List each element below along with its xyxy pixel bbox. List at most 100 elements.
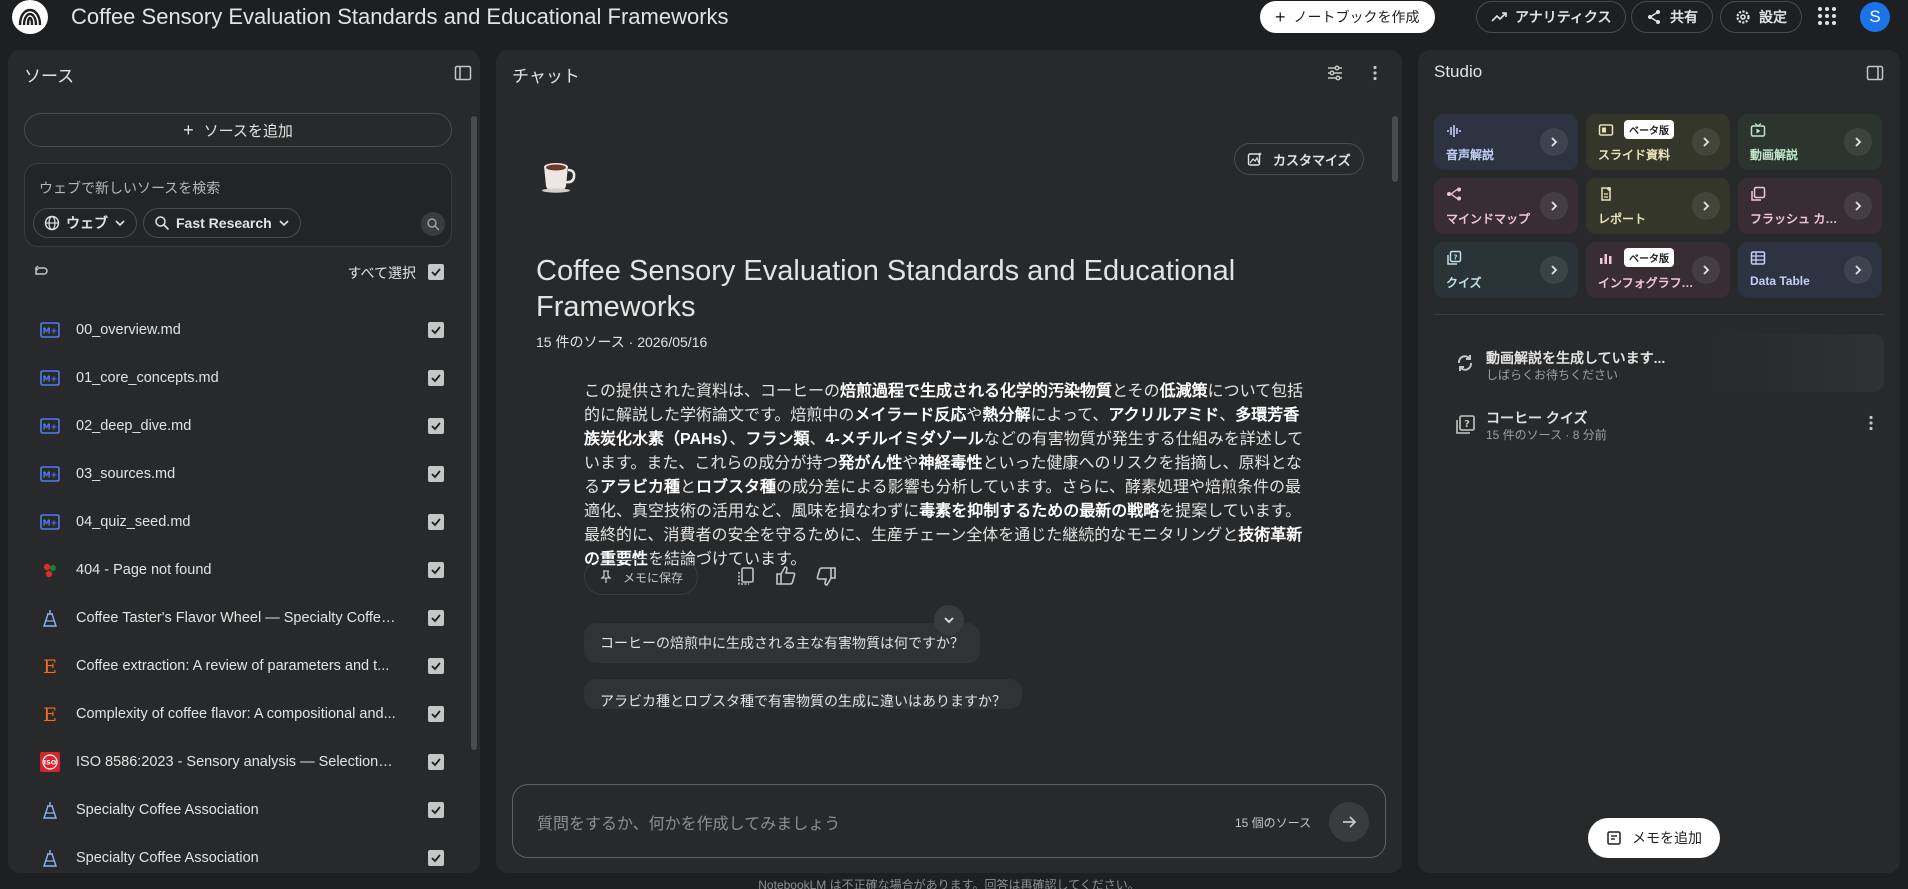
- svg-text:M+: M+: [43, 327, 58, 336]
- source-checkbox[interactable]: [428, 466, 444, 482]
- source-checkbox[interactable]: [428, 562, 444, 578]
- customize-button[interactable]: カスタマイズ: [1234, 143, 1364, 175]
- chat-input-box[interactable]: 質問をするか、何かを作成してみましょう 15 個のソース: [512, 784, 1386, 858]
- notebooklm-logo-icon[interactable]: [12, 0, 48, 34]
- studio-tile[interactable]: ? クイズ: [1434, 242, 1578, 298]
- tile-label: フラッシュ カード: [1750, 212, 1846, 226]
- beta-badge: ベータ版: [1624, 248, 1674, 267]
- source-item[interactable]: ISO ISO 8586:2023 - Sensory analysis — Se…: [24, 738, 456, 786]
- suggested-question[interactable]: アラビカ種とロブスタ種で有害物質の生成に違いはありますか？: [584, 679, 1022, 709]
- web-source-dropdown[interactable]: ウェブ: [33, 208, 137, 238]
- studio-tile[interactable]: マインドマップ: [1434, 178, 1578, 234]
- tile-open-button[interactable]: [1692, 192, 1720, 220]
- studio-tile[interactable]: 音声解説: [1434, 114, 1578, 170]
- add-source-button[interactable]: + ソースを追加: [24, 113, 452, 147]
- studio-tile[interactable]: レポート: [1586, 178, 1730, 234]
- source-item[interactable]: M+ 00_overview.md: [24, 306, 456, 354]
- tile-open-button[interactable]: [1844, 192, 1872, 220]
- chevron-down-icon: [944, 617, 954, 624]
- create-notebook-button[interactable]: + ノートブックを作成: [1260, 1, 1435, 33]
- studio-tile[interactable]: 動画解説: [1738, 114, 1882, 170]
- studio-tile[interactable]: Data Table: [1738, 242, 1882, 298]
- source-checkbox[interactable]: [428, 418, 444, 434]
- tile-open-button[interactable]: [1540, 128, 1568, 156]
- source-item[interactable]: E Complexity of coffee flavor: A composit…: [24, 690, 456, 738]
- source-item[interactable]: E Coffee extraction: A review of paramete…: [24, 642, 456, 690]
- chat-scrollbar[interactable]: [1392, 116, 1398, 182]
- source-title: 01_core_concepts.md: [76, 370, 219, 386]
- globe-icon: [44, 215, 60, 231]
- thumbs-down-icon[interactable]: [814, 564, 838, 588]
- source-checkbox[interactable]: [428, 514, 444, 530]
- check-icon: [431, 268, 441, 277]
- source-item[interactable]: Specialty Coffee Association: [24, 786, 456, 834]
- apps-grid-icon[interactable]: [1817, 6, 1837, 26]
- source-item[interactable]: M+ 04_quiz_seed.md: [24, 498, 456, 546]
- more-vert-icon[interactable]: [1366, 64, 1384, 82]
- gear-icon: [1736, 10, 1750, 24]
- source-item[interactable]: Specialty Coffee Association: [24, 834, 456, 873]
- quiz-icon: ?: [1447, 250, 1462, 265]
- save-to-memo-button[interactable]: メモに保存: [584, 559, 699, 595]
- analytics-button[interactable]: アナリティクス: [1476, 1, 1627, 33]
- search-sparkle-icon: [155, 216, 170, 231]
- customize-icon: [1247, 152, 1262, 166]
- source-item[interactable]: 404 - Page not found: [24, 546, 456, 594]
- source-checkbox[interactable]: [428, 610, 444, 626]
- source-item[interactable]: M+ 01_core_concepts.md: [24, 354, 456, 402]
- chat-input[interactable]: 質問をするか、何かを作成してみましょう: [537, 810, 840, 834]
- studio-tile[interactable]: ベータ版 スライド資料: [1586, 114, 1730, 170]
- sources-scrollbar[interactable]: [471, 116, 477, 750]
- research-mode-dropdown[interactable]: Fast Research: [143, 208, 301, 238]
- source-checkbox[interactable]: [428, 370, 444, 386]
- source-checkbox[interactable]: [428, 706, 444, 722]
- tile-open-button[interactable]: [1844, 256, 1872, 284]
- thumbs-up-icon[interactable]: [774, 564, 798, 588]
- check-icon: [431, 566, 441, 575]
- copy-icon[interactable]: [734, 564, 758, 588]
- source-checkbox[interactable]: [428, 802, 444, 818]
- share-button[interactable]: 共有: [1631, 1, 1713, 33]
- add-memo-button[interactable]: メモを追加: [1588, 818, 1720, 858]
- quiz-note-item[interactable]: ? コーヒー クイズ 15 件のソース · 8 分前: [1434, 400, 1884, 450]
- send-button[interactable]: [1329, 802, 1369, 842]
- trending-up-icon: [1491, 12, 1507, 22]
- tile-label: Data Table: [1750, 274, 1810, 288]
- source-item[interactable]: M+ 02_deep_dive.md: [24, 402, 456, 450]
- studio-tile[interactable]: ベータ版インフォグラフィック: [1586, 242, 1730, 298]
- source-checkbox[interactable]: [428, 850, 444, 866]
- source-history-icon[interactable]: [32, 263, 50, 281]
- collapse-panel-icon[interactable]: [454, 64, 472, 82]
- tile-open-button[interactable]: [1540, 256, 1568, 284]
- more-vert-icon[interactable]: [1862, 414, 1880, 432]
- quiz-title: コーヒー クイズ: [1486, 410, 1588, 426]
- search-submit-button[interactable]: [421, 212, 445, 236]
- source-checkbox[interactable]: [428, 322, 444, 338]
- source-checkbox[interactable]: [428, 754, 444, 770]
- tile-open-button[interactable]: [1540, 192, 1568, 220]
- suggested-question[interactable]: コーヒーの焙煎中に生成される主な有害物質は何ですか？: [584, 623, 980, 663]
- source-checkbox[interactable]: [428, 658, 444, 674]
- summary-text: や: [966, 407, 983, 424]
- collapse-panel-icon[interactable]: [1866, 64, 1884, 82]
- scroll-down-button[interactable]: [934, 605, 964, 635]
- notebook-title[interactable]: Coffee Sensory Evaluation Standards and …: [71, 4, 729, 30]
- disclaimer-text: NotebookLM は不正確な場合があります。回答は再確認してください。: [758, 878, 1140, 889]
- studio-tile[interactable]: フラッシュ カード: [1738, 178, 1882, 234]
- source-item[interactable]: M+ 03_sources.md: [24, 450, 456, 498]
- elsevier-icon: E: [40, 656, 60, 676]
- tile-label: レポート: [1598, 212, 1647, 226]
- web-search-input[interactable]: ウェブで新しいソースを検索: [39, 178, 220, 198]
- tile-label: クイズ: [1446, 276, 1482, 290]
- tile-open-button[interactable]: [1692, 256, 1720, 284]
- svg-text:M+: M+: [43, 519, 58, 528]
- chat-header: チャット: [512, 67, 580, 86]
- tune-icon[interactable]: [1326, 64, 1344, 82]
- select-all-checkbox[interactable]: [428, 264, 444, 280]
- settings-button[interactable]: 設定: [1720, 1, 1802, 33]
- source-title: Complexity of coffee flavor: A compositi…: [76, 706, 396, 722]
- tile-open-button[interactable]: [1844, 128, 1872, 156]
- avatar[interactable]: S: [1860, 2, 1890, 32]
- tile-open-button[interactable]: [1692, 128, 1720, 156]
- source-item[interactable]: Coffee Taster's Flavor Wheel — Specialty…: [24, 594, 456, 642]
